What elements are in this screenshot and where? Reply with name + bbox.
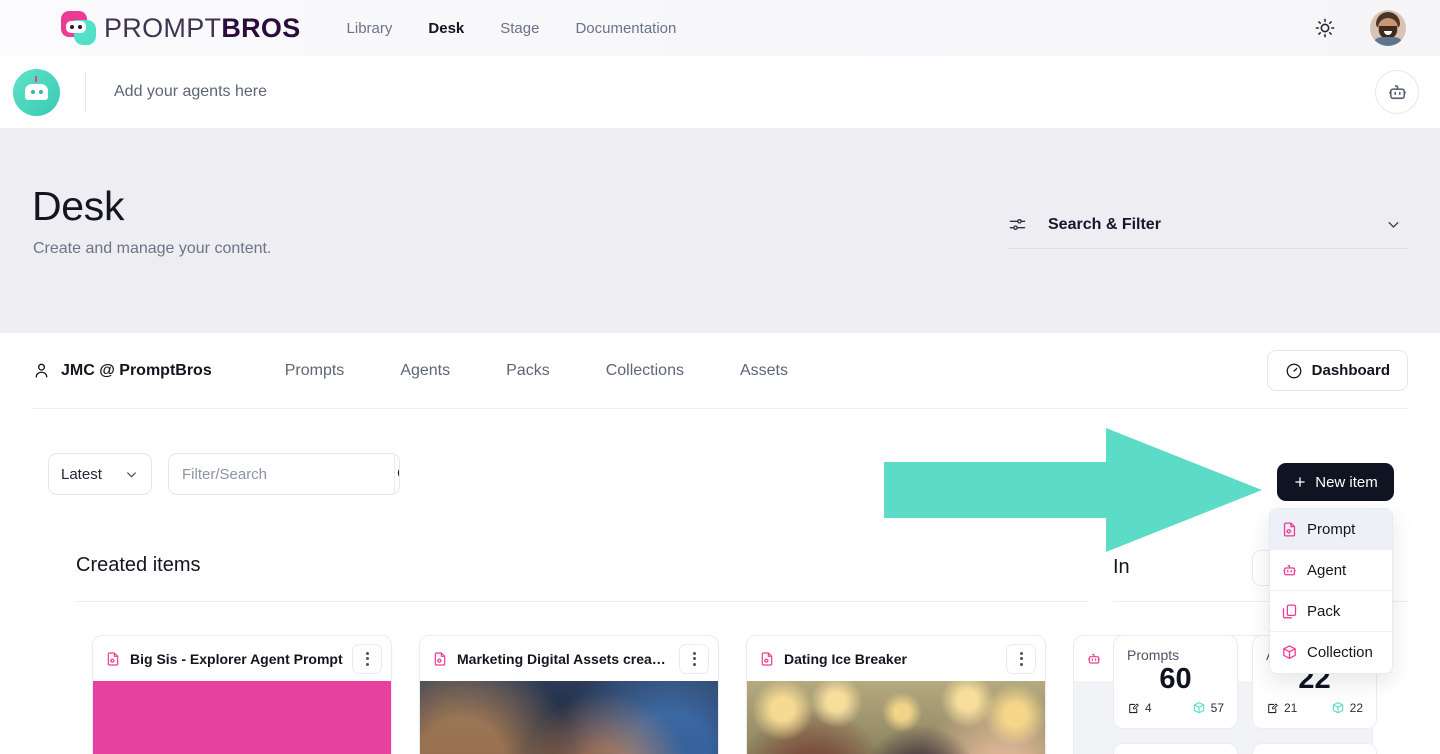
stat-value: 60 bbox=[1159, 663, 1192, 695]
sliders-icon bbox=[1009, 218, 1026, 231]
page-title: Desk bbox=[32, 183, 125, 229]
dashboard-button[interactable]: Dashboard bbox=[1266, 350, 1408, 391]
sort-select[interactable]: Latest bbox=[48, 453, 152, 495]
stat-packs: 22 bbox=[1349, 701, 1363, 716]
stat-edits: 21 bbox=[1284, 701, 1298, 716]
content-tab-row: JMC @ PromptBros Prompts Agents Packs Co… bbox=[0, 333, 1440, 409]
menu-item-pack[interactable]: Pack bbox=[1270, 591, 1392, 632]
edit-icon bbox=[1268, 703, 1278, 714]
sort-value: Latest bbox=[61, 465, 102, 483]
sun-icon[interactable] bbox=[1314, 17, 1336, 39]
menu-item-prompt[interactable]: Prompt bbox=[1270, 509, 1392, 550]
card-thumbnail bbox=[420, 681, 718, 754]
desk-page: PROMPTBROS Library Desk Stage Documentat… bbox=[0, 0, 1440, 754]
tab-assets[interactable]: Assets bbox=[740, 362, 788, 380]
agent-icon bbox=[1283, 564, 1296, 575]
list-controls: Latest bbox=[48, 453, 400, 495]
chevron-down-icon bbox=[127, 471, 136, 477]
arrow-right-annotation bbox=[884, 428, 1262, 552]
new-item-label: New item bbox=[1315, 473, 1378, 491]
tab-prompts[interactable]: Prompts bbox=[285, 362, 345, 380]
kebab-icon[interactable] bbox=[679, 643, 709, 674]
dashboard-label: Dashboard bbox=[1311, 362, 1390, 379]
owner-chip[interactable]: JMC @ PromptBros bbox=[32, 361, 212, 380]
card-title: Big Sis - Explorer Agent Prompt bbox=[130, 650, 343, 667]
list-item[interactable]: Marketing Digital Assets creator ... bbox=[419, 635, 719, 754]
tab-collections[interactable]: Collections bbox=[606, 362, 684, 380]
menu-item-collection[interactable]: Collection bbox=[1270, 632, 1392, 673]
menu-item-label: Pack bbox=[1307, 602, 1341, 620]
plus-icon bbox=[1295, 477, 1305, 487]
card-title: Dating Ice Breaker bbox=[784, 650, 907, 667]
avatar[interactable] bbox=[1370, 10, 1406, 46]
agent-robot-avatar[interactable] bbox=[13, 68, 60, 116]
search-input[interactable] bbox=[169, 454, 394, 494]
pack-icon bbox=[1282, 603, 1297, 618]
tab-agents[interactable]: Agents bbox=[400, 362, 450, 380]
card-title: Marketing Digital Assets creator ... bbox=[457, 650, 670, 667]
nav-link-desk[interactable]: Desk bbox=[428, 20, 464, 37]
prompt-icon bbox=[434, 651, 446, 666]
menu-item-label: Prompt bbox=[1307, 520, 1356, 538]
search-icon[interactable] bbox=[394, 454, 399, 494]
nav-link-documentation[interactable]: Documentation bbox=[575, 20, 676, 37]
tab-packs[interactable]: Packs bbox=[506, 362, 550, 380]
divider bbox=[76, 601, 1089, 602]
gauge-icon bbox=[1286, 363, 1302, 378]
new-item-button[interactable]: New item bbox=[1277, 463, 1394, 501]
top-nav-actions bbox=[1314, 10, 1406, 46]
menu-item-label: Agent bbox=[1307, 561, 1347, 579]
promptbros-logo-icon bbox=[61, 11, 97, 45]
list-item[interactable]: Big Sis - Explorer Agent Prompt bbox=[92, 635, 392, 754]
prompt-icon bbox=[107, 651, 119, 666]
search-filter-toggle[interactable]: Search & Filter bbox=[1008, 201, 1408, 249]
edit-icon bbox=[1129, 703, 1139, 714]
collection-add-icon bbox=[1193, 702, 1204, 714]
list-item[interactable]: Dating Ice Breaker bbox=[746, 635, 1046, 754]
stat-packs: 57 bbox=[1210, 701, 1224, 716]
stat-card-row2-a[interactable] bbox=[1113, 743, 1238, 754]
new-item-menu: Prompt Agent Pack Collection bbox=[1269, 508, 1393, 674]
card-thumbnail bbox=[747, 681, 1045, 754]
brand-name-light: PROMPT bbox=[104, 12, 222, 43]
nav-link-stage[interactable]: Stage bbox=[500, 20, 539, 37]
menu-item-label: Collection bbox=[1307, 644, 1373, 661]
stat-card-prompts[interactable]: Prompts 60 4 57 bbox=[1113, 635, 1238, 729]
add-agents-hint[interactable]: Add your agents here bbox=[114, 83, 267, 101]
prompt-icon bbox=[1283, 521, 1296, 537]
owner-name: JMC @ PromptBros bbox=[61, 361, 212, 379]
stat-label: Prompts bbox=[1127, 647, 1180, 663]
stat-card-row2-b[interactable] bbox=[1252, 743, 1377, 754]
content-tabs: Prompts Agents Packs Collections Assets bbox=[285, 362, 788, 380]
top-navigation-bar: PROMPTBROS Library Desk Stage Documentat… bbox=[0, 0, 1440, 56]
collection-icon bbox=[1283, 645, 1296, 659]
brand-name-bold: BROS bbox=[221, 12, 301, 43]
main-nav: Library Desk Stage Documentation bbox=[347, 20, 677, 37]
filter-search-box bbox=[168, 453, 400, 495]
brand-wordmark: PROMPTBROS bbox=[104, 12, 301, 43]
menu-item-agent[interactable]: Agent bbox=[1270, 550, 1392, 591]
chevron-down-icon[interactable] bbox=[1385, 216, 1402, 233]
person-icon bbox=[35, 363, 48, 378]
search-filter-label: Search & Filter bbox=[1048, 215, 1161, 233]
created-items-heading: Created items bbox=[76, 554, 201, 576]
stat-edits: 4 bbox=[1145, 701, 1152, 716]
agent-icon bbox=[1088, 653, 1100, 664]
kebab-icon[interactable] bbox=[1006, 643, 1036, 674]
card-thumbnail bbox=[93, 681, 391, 754]
robot-icon[interactable] bbox=[1375, 70, 1419, 114]
kebab-icon[interactable] bbox=[352, 643, 382, 674]
nav-link-library[interactable]: Library bbox=[347, 20, 393, 37]
stats-heading: In bbox=[1113, 556, 1130, 578]
collection-add-icon bbox=[1332, 702, 1343, 714]
page-subtitle: Create and manage your content. bbox=[33, 240, 272, 257]
divider bbox=[85, 71, 86, 113]
agent-strip: Add your agents here bbox=[0, 56, 1440, 129]
prompt-icon bbox=[761, 651, 773, 666]
hero-section: Desk Create and manage your content. Sea… bbox=[0, 129, 1440, 333]
brand-logo[interactable]: PROMPTBROS bbox=[61, 11, 301, 45]
